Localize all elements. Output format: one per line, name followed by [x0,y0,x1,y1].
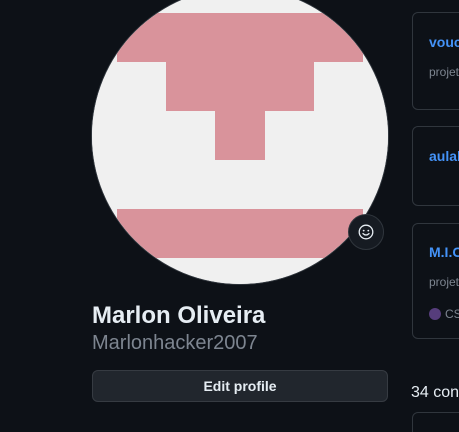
smiley-icon [358,224,374,240]
contributions-box [412,412,459,432]
repo-language-label: CSS [445,307,459,321]
profile-username: Marlonhacker2007 [92,332,258,354]
repo-card: vouc projet [412,12,459,110]
contributions-heading: 34 con [411,384,459,401]
repo-title-link[interactable]: M.I.C [429,244,459,260]
profile-page: Marlon Oliveira Marlonhacker2007 Edit pr… [0,0,459,432]
repo-title-link[interactable]: aulal [429,148,459,164]
repo-description: projet [429,65,459,79]
repo-description: projet [429,275,459,289]
edit-profile-button[interactable]: Edit profile [92,370,388,402]
language-color-dot [429,308,441,320]
identicon-image [92,0,388,284]
repo-title-link[interactable]: vouc [429,34,459,50]
avatar[interactable] [92,0,388,284]
repo-language: CSS [429,307,459,321]
repo-card: aulal [412,126,459,206]
section-heading-partial: · [428,0,433,6]
profile-name: Marlon Oliveira [92,302,266,329]
set-status-button[interactable] [348,214,384,250]
repo-card: M.I.C projet CSS [412,223,459,339]
